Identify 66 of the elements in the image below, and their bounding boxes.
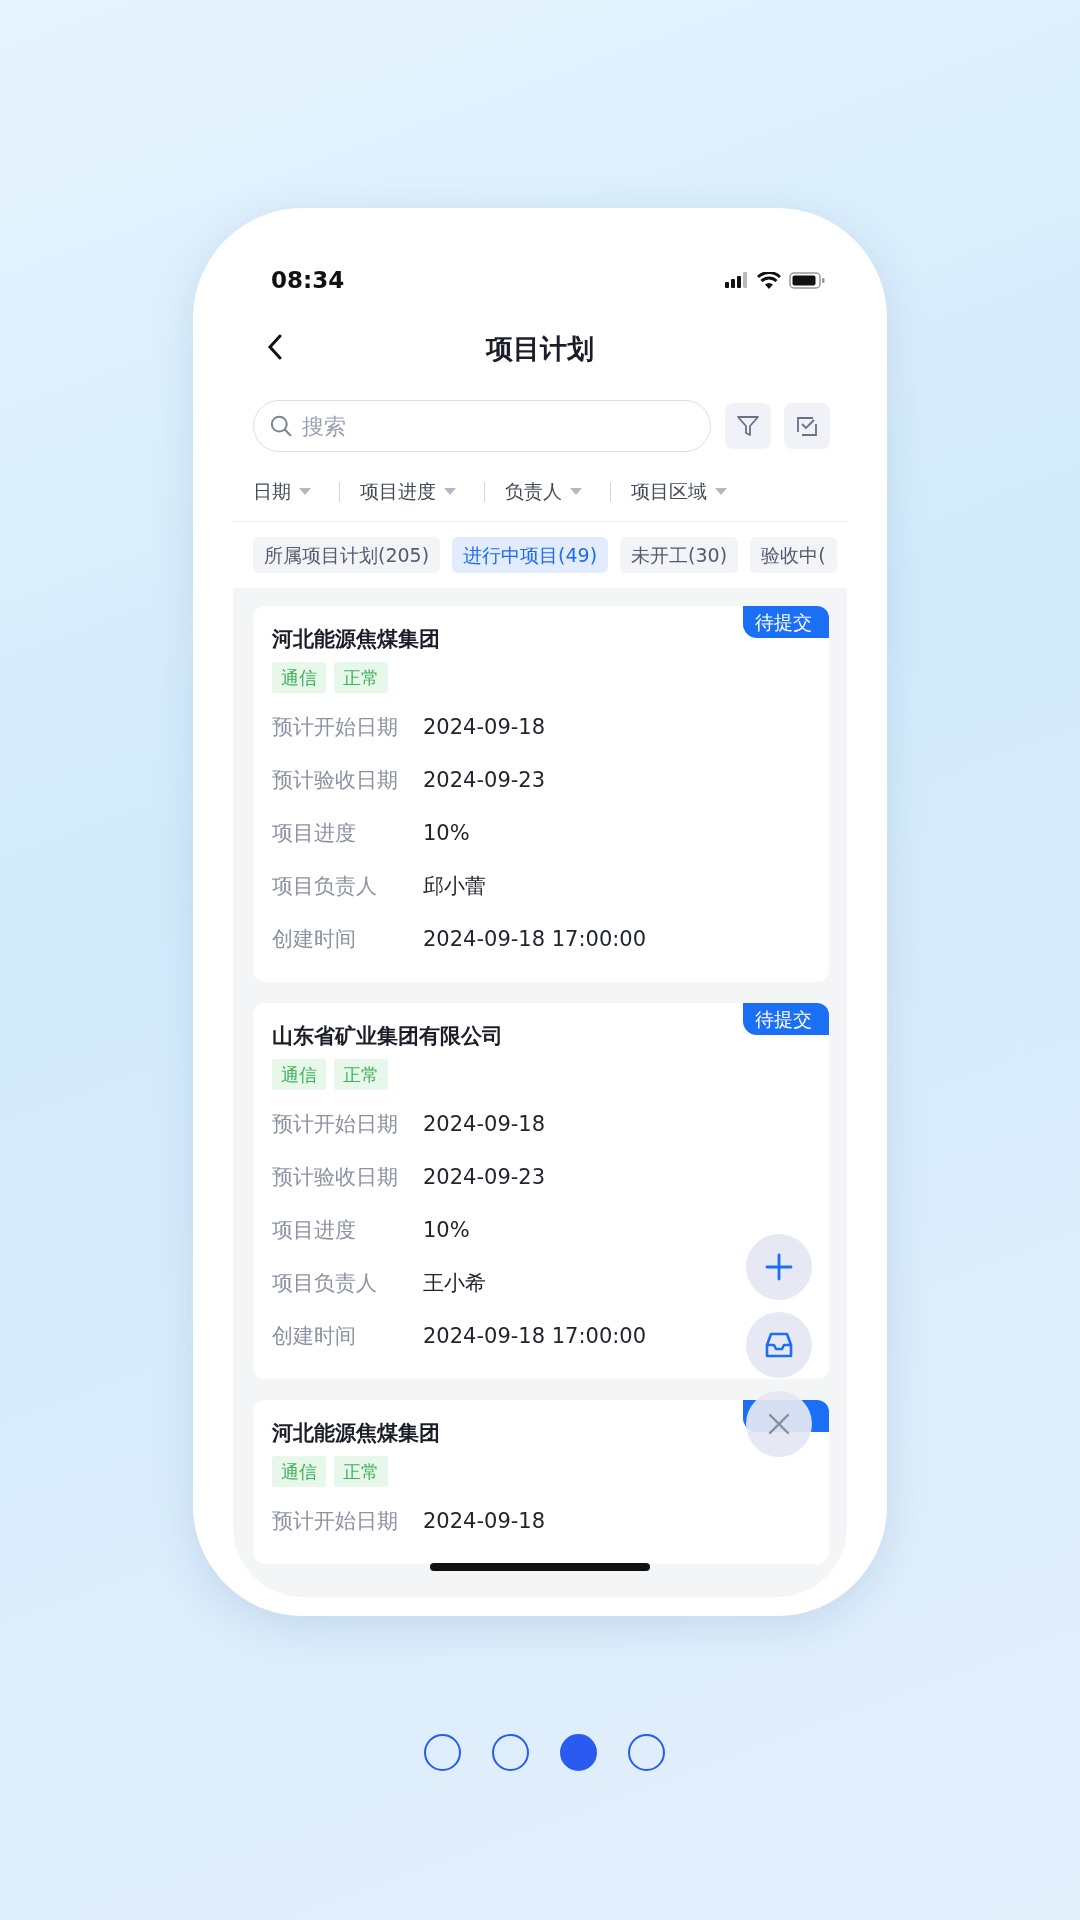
field-label: 项目进度 bbox=[272, 819, 357, 847]
filter-dropdown[interactable]: 项目进度 bbox=[360, 477, 484, 506]
filter-dropdown[interactable]: 负责人 bbox=[505, 477, 610, 506]
field-value: 10% bbox=[423, 1216, 470, 1244]
project-card[interactable]: 河北能源焦煤集团 通信 正常 预计开始日期 2024-09-18 bbox=[253, 1400, 829, 1564]
batch-select-button[interactable] bbox=[784, 403, 830, 449]
caret-icon bbox=[715, 487, 727, 496]
wifi-icon bbox=[757, 271, 781, 289]
field-label: 预计验收日期 bbox=[272, 766, 399, 794]
search-icon bbox=[270, 414, 293, 438]
field-label: 预计开始日期 bbox=[272, 713, 399, 741]
filter-tab[interactable]: 验收中( bbox=[750, 536, 837, 574]
page-indicator-dot[interactable] bbox=[628, 1734, 665, 1771]
field-value: 2024-09-18 bbox=[423, 1507, 546, 1535]
page-indicator-dot[interactable] bbox=[492, 1734, 529, 1771]
project-tag: 通信 bbox=[272, 1456, 326, 1487]
project-tag: 正常 bbox=[334, 1059, 388, 1090]
search-input[interactable]: 搜索 bbox=[300, 408, 694, 444]
project-name: 山东省矿业集团有限公司 bbox=[272, 1023, 503, 1050]
checkbox-stack-icon bbox=[795, 414, 819, 438]
plus-icon bbox=[765, 1253, 793, 1281]
signal-icon bbox=[725, 272, 749, 288]
battery-icon bbox=[789, 271, 825, 289]
filter-tab[interactable]: 所属项目计划(205) bbox=[253, 536, 441, 574]
field-value: 2024-09-18 17:00:00 bbox=[423, 1322, 647, 1350]
field-value: 2024-09-23 bbox=[423, 766, 546, 794]
field-value: 2024-09-23 bbox=[423, 1163, 546, 1191]
field-label: 创建时间 bbox=[272, 925, 357, 953]
filter-dropdown[interactable]: 日期 bbox=[253, 477, 339, 506]
field-label: 创建时间 bbox=[272, 1322, 357, 1350]
filter-button[interactable] bbox=[724, 403, 771, 449]
field-label: 项目负责人 bbox=[272, 872, 378, 900]
project-name: 河北能源焦煤集团 bbox=[272, 1420, 440, 1447]
project-card[interactable]: 待提交 河北能源焦煤集团 通信 正常 预计开始日期 2024-09-18 预计验收日期 2024-09-23 项目进度 10% 项目负责人 邱小蕾 创建时间 2024-09-18 17:00:00 bbox=[253, 606, 829, 982]
inbox-icon bbox=[763, 1331, 795, 1359]
filter-tab[interactable]: 进行中项目(49) bbox=[452, 536, 609, 574]
page-title: 项目计划 bbox=[486, 331, 594, 366]
project-tag: 正常 bbox=[334, 662, 388, 693]
field-value: 王小希 bbox=[423, 1269, 486, 1297]
filter-tab[interactable]: 未开工(30) bbox=[620, 536, 739, 574]
project-name: 河北能源焦煤集团 bbox=[272, 626, 440, 653]
filter-dropdown[interactable]: 项目区域 bbox=[631, 477, 755, 506]
field-value: 2024-09-18 bbox=[423, 1110, 546, 1138]
field-value: 邱小蕾 bbox=[423, 872, 486, 900]
field-value: 10% bbox=[423, 819, 470, 847]
page-indicator-dot[interactable] bbox=[560, 1734, 597, 1771]
field-label: 预计验收日期 bbox=[272, 1163, 399, 1191]
caret-icon bbox=[444, 487, 456, 496]
project-tag: 通信 bbox=[272, 1059, 326, 1090]
field-label: 项目进度 bbox=[272, 1216, 357, 1244]
field-value: 2024-09-18 bbox=[423, 713, 546, 741]
status-badge: 待提交 bbox=[743, 1003, 829, 1035]
filter-icon bbox=[735, 414, 760, 438]
status-badge: 待提交 bbox=[743, 606, 829, 638]
caret-icon bbox=[299, 487, 311, 496]
field-value: 2024-09-18 17:00:00 bbox=[423, 925, 647, 953]
caret-icon bbox=[570, 487, 582, 496]
status-time: 08:34 bbox=[271, 265, 345, 295]
close-icon bbox=[767, 1412, 791, 1436]
project-card[interactable]: 待提交 山东省矿业集团有限公司 通信 正常 预计开始日期 2024-09-18 预计验收日期 2024-09-23 项目进度 10% 项目负责人 王小希 创建时间 2024-09-18 17:00:00 bbox=[253, 1003, 829, 1379]
field-label: 项目负责人 bbox=[272, 1269, 378, 1297]
field-label: 预计开始日期 bbox=[272, 1110, 399, 1138]
page-indicator-dot[interactable] bbox=[424, 1734, 461, 1771]
project-tag: 通信 bbox=[272, 662, 326, 693]
project-tag: 正常 bbox=[334, 1456, 388, 1487]
field-label: 预计开始日期 bbox=[272, 1507, 399, 1535]
